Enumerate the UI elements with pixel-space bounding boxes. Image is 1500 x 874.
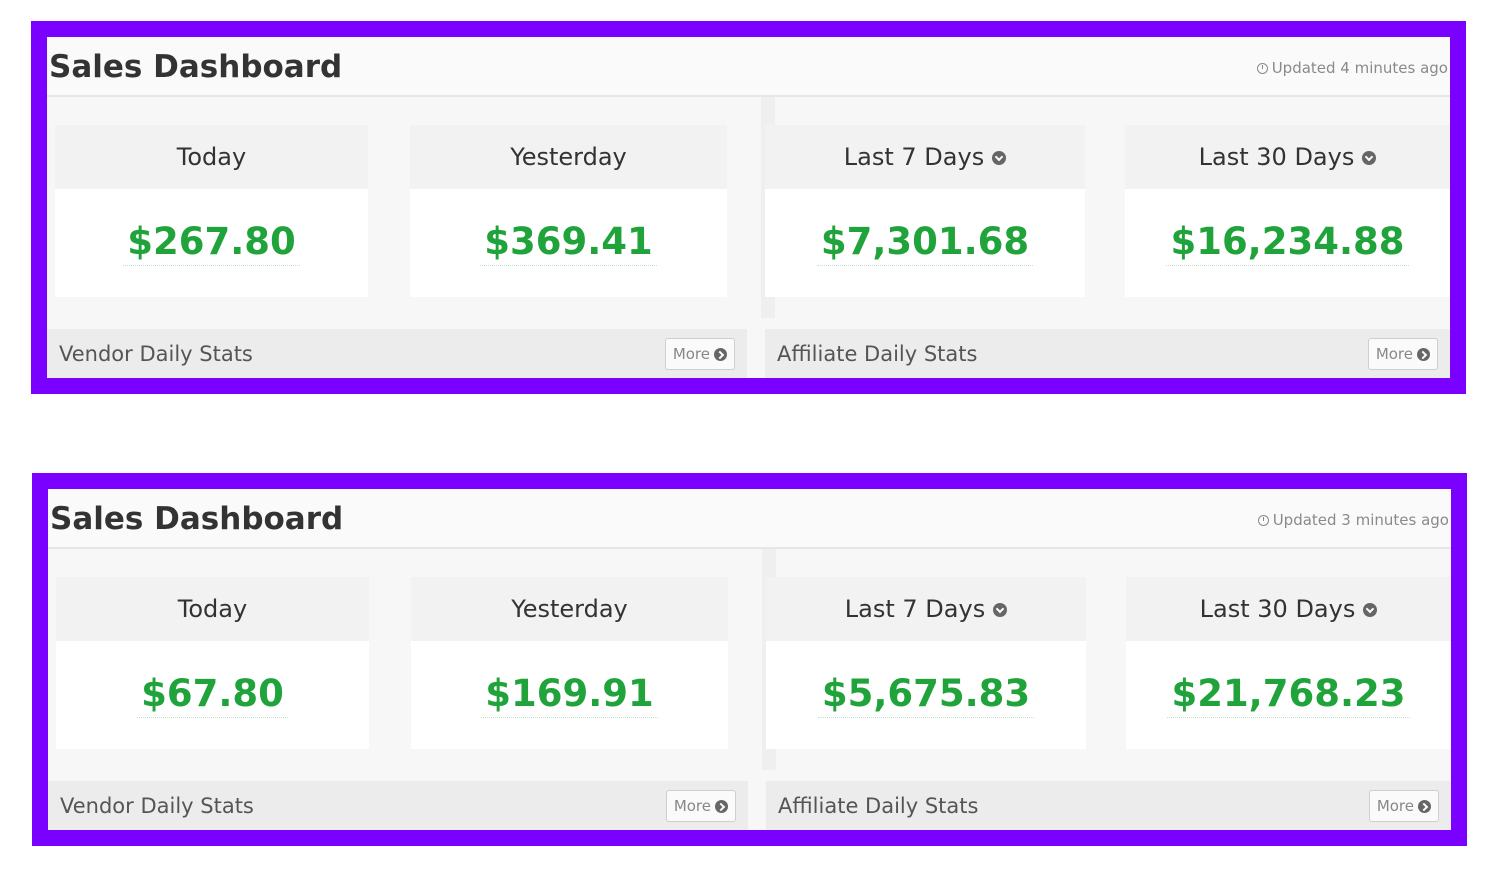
stat-card-value[interactable]: $67.80: [137, 672, 288, 718]
chevron-right-icon: [1417, 347, 1430, 361]
vendor-stats-bar: Vendor Daily Stats More: [48, 781, 748, 830]
stat-card-header: Today: [56, 577, 369, 641]
stat-card-value[interactable]: $169.91: [481, 672, 658, 718]
affiliate-stats-bar: Affiliate Daily Stats More: [765, 329, 1450, 378]
stat-card-body: $16,234.88: [1125, 189, 1450, 297]
stat-card-today: Today $67.80: [56, 577, 369, 749]
stat-card-label: Today: [176, 143, 247, 171]
stat-card-header[interactable]: Last 30 Days: [1126, 577, 1451, 641]
stat-card-body: $169.91: [411, 641, 728, 749]
more-label: More: [1376, 797, 1414, 815]
vendor-stats-label: Vendor Daily Stats: [59, 341, 253, 366]
stat-card-label: Today: [177, 595, 248, 623]
stat-card-body: $21,768.23: [1126, 641, 1451, 749]
clock-icon: [1256, 62, 1268, 74]
stat-card-header[interactable]: Last 7 Days: [765, 125, 1085, 189]
stat-card-header[interactable]: Last 7 Days: [766, 577, 1086, 641]
dashboard-header: Sales Dashboard Updated 4 minutes ago: [47, 37, 1450, 97]
chevron-right-icon: [714, 347, 727, 361]
stat-card-header: Today: [55, 125, 368, 189]
vendor-stats-bar: Vendor Daily Stats More: [47, 329, 747, 378]
stat-card-value[interactable]: $5,675.83: [817, 672, 1035, 718]
vendor-stats-label: Vendor Daily Stats: [60, 793, 254, 818]
stat-card-value[interactable]: $16,234.88: [1166, 220, 1409, 266]
stat-card-label: Yesterday: [510, 143, 627, 171]
more-label: More: [672, 345, 710, 363]
stat-card-last-7-days: Last 7 Days $5,675.83: [766, 577, 1086, 749]
vendor-more-button[interactable]: More: [664, 338, 735, 370]
updated-status: Updated 4 minutes ago: [1256, 59, 1448, 77]
affiliate-stats-label: Affiliate Daily Stats: [777, 341, 978, 366]
stat-card-today: Today $267.80: [55, 125, 368, 297]
updated-status: Updated 3 minutes ago: [1257, 511, 1449, 529]
stat-card-value[interactable]: $7,301.68: [816, 220, 1034, 266]
stat-card-header: Yesterday: [411, 577, 728, 641]
stat-card-value[interactable]: $21,768.23: [1167, 672, 1410, 718]
dashboard-header: Sales Dashboard Updated 3 minutes ago: [48, 489, 1451, 549]
stat-card-value[interactable]: $267.80: [123, 220, 300, 266]
more-label: More: [1375, 345, 1413, 363]
clock-icon: [1257, 514, 1269, 526]
updated-text: Updated 3 minutes ago: [1272, 511, 1449, 529]
chevron-right-icon: [1418, 799, 1431, 813]
affiliate-stats-bar: Affiliate Daily Stats More: [766, 781, 1451, 830]
stat-card-last-30-days: Last 30 Days $21,768.23: [1126, 577, 1451, 749]
chevron-right-icon: [715, 799, 728, 813]
affiliate-more-button[interactable]: More: [1367, 338, 1438, 370]
stat-card-yesterday: Yesterday $169.91: [411, 577, 728, 749]
sales-dashboard-panel-1: Sales Dashboard Updated 4 minutes ago To…: [31, 21, 1466, 394]
chevron-down-icon[interactable]: [993, 603, 1008, 617]
stat-card-body: $267.80: [55, 189, 368, 297]
stat-card-label: Last 7 Days: [844, 595, 986, 623]
dashboard-title: Sales Dashboard: [49, 49, 343, 85]
stat-card-label: Yesterday: [511, 595, 628, 623]
chevron-down-icon[interactable]: [1363, 603, 1378, 617]
stat-card-header[interactable]: Last 30 Days: [1125, 125, 1450, 189]
affiliate-stats-label: Affiliate Daily Stats: [778, 793, 979, 818]
updated-text: Updated 4 minutes ago: [1271, 59, 1448, 77]
stat-card-last-7-days: Last 7 Days $7,301.68: [765, 125, 1085, 297]
chevron-down-icon[interactable]: [992, 151, 1007, 165]
stat-card-body: $369.41: [410, 189, 727, 297]
stat-card-body: $5,675.83: [766, 641, 1086, 749]
stat-card-label: Last 30 Days: [1199, 595, 1356, 623]
stat-card-body: $67.80: [56, 641, 369, 749]
sales-dashboard-panel-2: Sales Dashboard Updated 3 minutes ago To…: [32, 473, 1467, 846]
stat-card-last-30-days: Last 30 Days $16,234.88: [1125, 125, 1450, 297]
more-label: More: [673, 797, 711, 815]
dashboard-title: Sales Dashboard: [50, 501, 344, 537]
stat-card-yesterday: Yesterday $369.41: [410, 125, 727, 297]
stat-card-label: Last 7 Days: [843, 143, 985, 171]
stat-card-label: Last 30 Days: [1198, 143, 1355, 171]
stat-card-body: $7,301.68: [765, 189, 1085, 297]
vendor-more-button[interactable]: More: [665, 790, 736, 822]
chevron-down-icon[interactable]: [1362, 151, 1377, 165]
stat-card-header: Yesterday: [410, 125, 727, 189]
affiliate-more-button[interactable]: More: [1368, 790, 1439, 822]
stat-card-value[interactable]: $369.41: [480, 220, 657, 266]
